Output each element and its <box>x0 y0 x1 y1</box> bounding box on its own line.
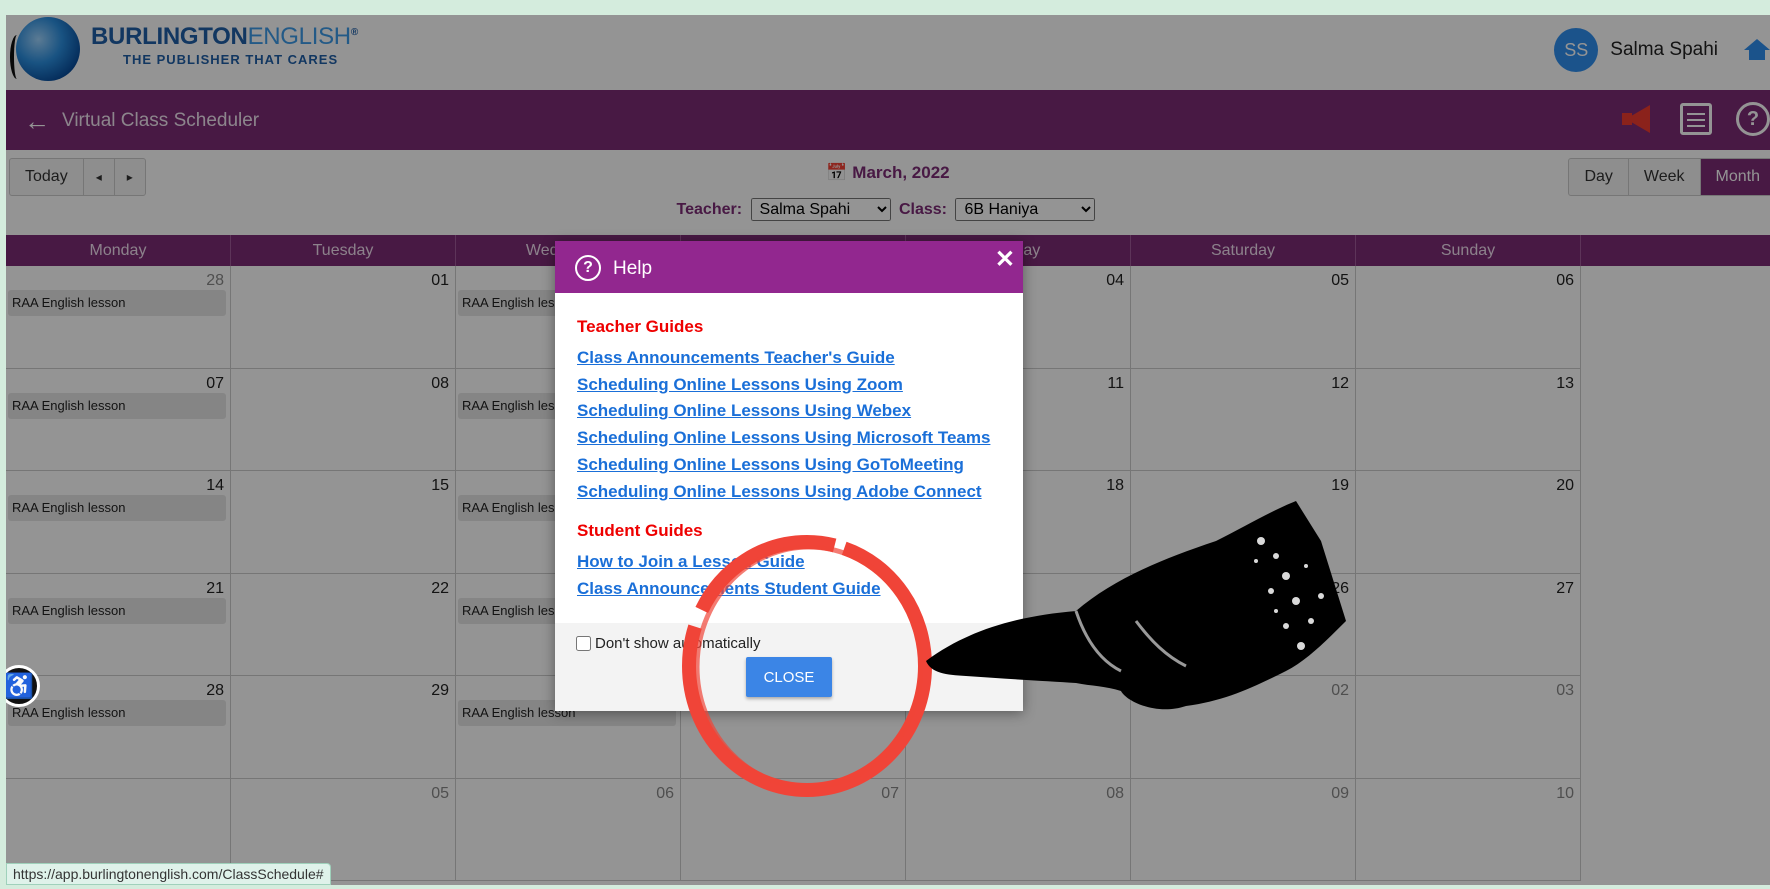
help-dialog: ? Help ✕ Teacher Guides Class Announceme… <box>555 241 1023 711</box>
student-guide-link[interactable]: Class Announcements Student Guide <box>577 576 1001 603</box>
dont-show-checkbox-input[interactable] <box>576 636 591 651</box>
dialog-title: Help <box>613 258 653 279</box>
teacher-guide-link[interactable]: Scheduling Online Lessons Using Microsof… <box>577 425 1001 452</box>
student-guides-title: Student Guides <box>577 521 703 541</box>
close-x-icon[interactable]: ✕ <box>995 245 1015 274</box>
dialog-footer: Don't show automatically CLOSE <box>555 623 1023 711</box>
app-window: BURLINGTONENGLISH® THE PUBLISHER THAT CA… <box>6 15 1770 885</box>
teacher-guide-link[interactable]: Scheduling Online Lessons Using Webex <box>577 398 1001 425</box>
teacher-guide-link[interactable]: Scheduling Online Lessons Using Adobe Co… <box>577 479 1001 506</box>
teacher-guide-link[interactable]: Class Announcements Teacher's Guide <box>577 345 1001 372</box>
dont-show-label: Don't show automatically <box>595 635 761 652</box>
status-bar-url: https://app.burlingtonenglish.com/ClassS… <box>6 863 331 885</box>
question-circle-icon: ? <box>575 255 601 281</box>
dont-show-checkbox[interactable]: Don't show automatically <box>576 635 760 652</box>
teacher-guides-title: Teacher Guides <box>577 317 704 336</box>
teacher-guide-link[interactable]: Scheduling Online Lessons Using GoToMeet… <box>577 452 1001 479</box>
dialog-header: ? Help ✕ <box>555 241 1023 293</box>
dialog-body: Teacher Guides Class Announcements Teach… <box>555 293 1023 603</box>
close-button[interactable]: CLOSE <box>746 657 832 697</box>
student-guide-link[interactable]: How to Join a Lesson Guide <box>577 549 1001 576</box>
teacher-guide-link[interactable]: Scheduling Online Lessons Using Zoom <box>577 372 1001 399</box>
